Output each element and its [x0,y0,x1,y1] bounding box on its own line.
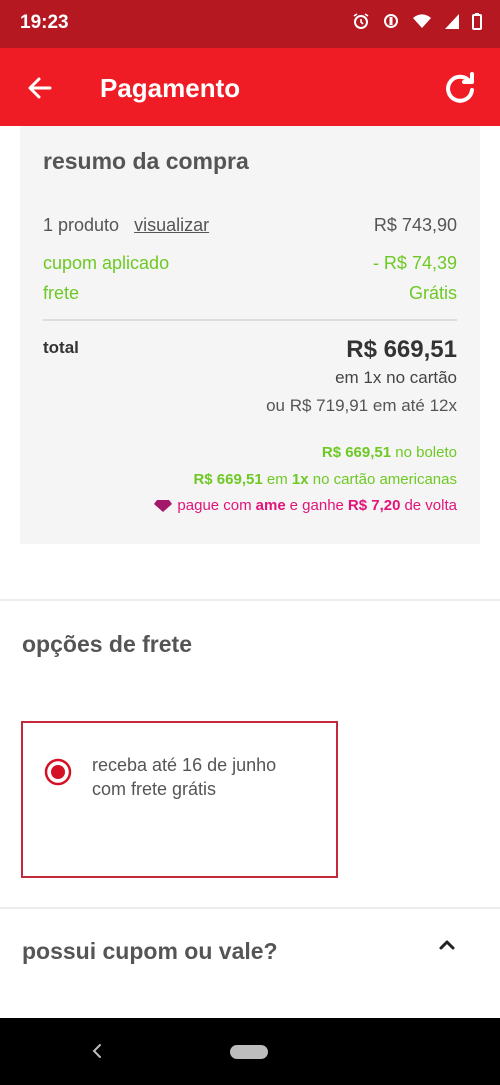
refresh-icon [446,72,474,103]
shipping-options-title: opções de frete [22,631,192,657]
shipping-option-cost: com frete grátis [92,779,217,799]
app-bar: Pagamento [0,48,500,126]
page-title: Pagamento [100,73,241,103]
view-products-link[interactable]: visualizar [134,215,209,235]
order-summary-card: resumo da compra 1 produto visualizar R$… [20,126,480,544]
shipping-option-free[interactable]: receba até 16 de junho com frete grátis [21,721,338,878]
shipping-value: Grátis [408,283,457,303]
battery-icon [472,12,482,35]
coupon-applied-label: cupom aplicado [43,253,170,273]
ame-brand: ame [255,497,286,514]
status-icons [352,12,482,35]
card-installments: 1x [291,471,309,488]
product-price: R$ 743,90 [373,215,457,235]
nav-back-icon [92,1044,101,1058]
boleto-offer: R$ 669,51 no boleto [322,444,457,461]
boleto-amount: R$ 669,51 [321,444,392,461]
radio-selected-icon[interactable] [44,758,72,786]
signal-icon [444,12,460,35]
coupon-toggle-button[interactable] [432,930,462,960]
summary-title: resumo da compra [43,148,249,174]
chevron-up-icon [439,940,455,950]
installment-option: ou R$ 719,91 em até 12x [266,396,457,415]
section-divider [0,599,500,601]
ame-diamond-icon [154,499,173,512]
status-bar: 19:23 [0,0,500,48]
ame-text-1: pague com [177,497,252,514]
coupon-discount-value: - R$ 74,39 [372,253,457,273]
shipping-option-date: receba até 16 de junho [92,755,277,775]
section-divider [0,907,500,909]
product-count-row: 1 produto visualizar [43,215,209,236]
product-count: 1 produto [43,215,120,235]
nav-back-button[interactable] [84,1036,110,1066]
shipping-label: frete [43,283,80,303]
coupon-section-title[interactable]: possui cupom ou vale? [22,938,278,965]
total-label: total [43,338,79,357]
shipping-option-text: receba até 16 de junho com frete grátis [92,753,276,801]
summary-divider [43,319,457,321]
ame-cashback-amount: R$ 7,20 [347,497,401,514]
arrow-left-icon [28,77,52,99]
card-text-2: no cartão americanas [312,471,457,488]
wifi-icon [412,12,432,35]
total-value: R$ 669,51 [346,336,457,363]
ame-cashback-offer: pague com ame e ganhe R$ 7,20 de volta [153,497,457,514]
card-text-1: em [266,471,288,488]
back-button[interactable] [20,68,60,108]
ame-text-2: e ganhe [289,497,344,514]
ame-text-3: de volta [404,497,457,514]
alarm-icon [352,12,370,35]
vibrate-icon [382,12,400,35]
system-nav-bar [0,1018,500,1085]
card-amount: R$ 669,51 [193,471,263,488]
boleto-text: no boleto [395,444,457,461]
home-pill-icon[interactable] [230,1045,268,1059]
card-offer: R$ 669,51 em 1x no cartão americanas [193,471,457,488]
status-time: 19:23 [20,12,69,33]
refresh-button[interactable] [438,66,482,110]
total-payment-terms: em 1x no cartão [335,368,457,387]
